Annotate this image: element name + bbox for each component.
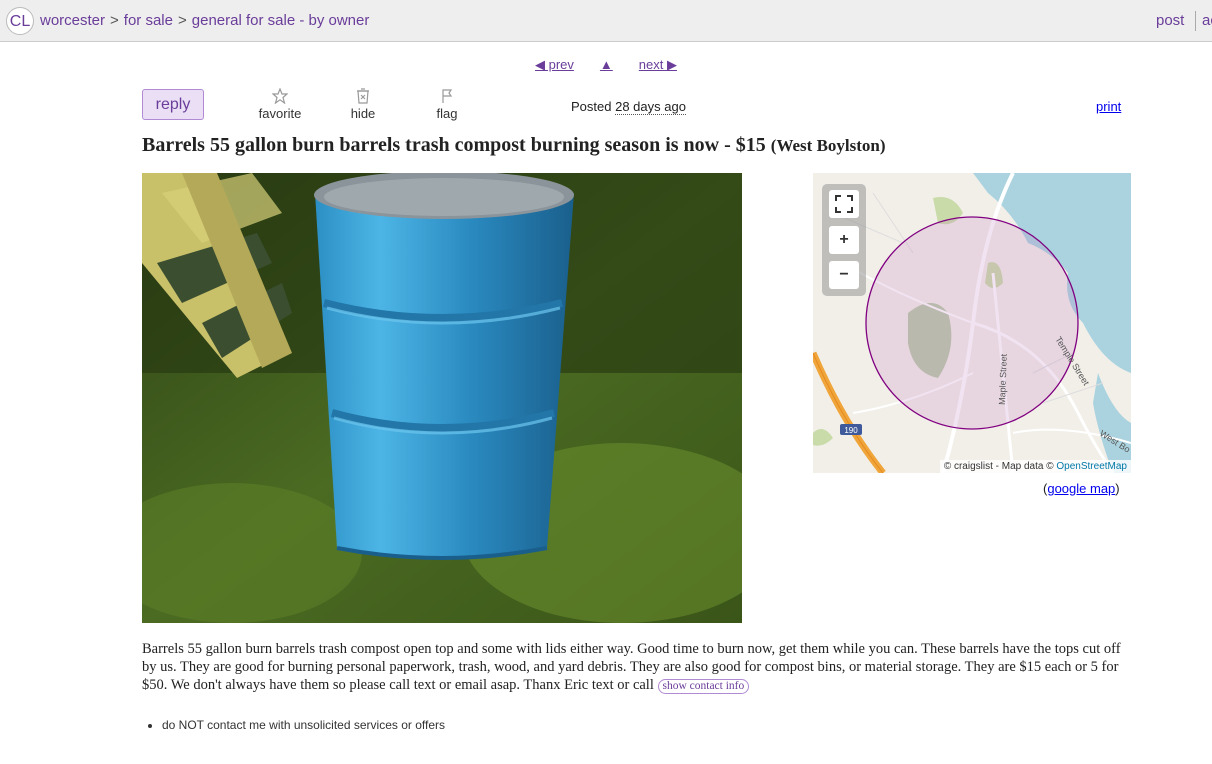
posting-title: Barrels 55 gallon burn barrels trash com…: [142, 134, 886, 157]
next-link[interactable]: next ▶: [639, 57, 677, 72]
header-divider: [1195, 11, 1196, 31]
breadcrumb-category[interactable]: general for sale - by owner: [192, 12, 370, 29]
google-map-link[interactable]: google map: [1047, 481, 1115, 496]
posted-ago: 28 days ago: [615, 99, 686, 115]
location: (West Boylston): [770, 136, 886, 155]
account-link[interactable]: account: [1202, 12, 1212, 29]
map-attribution-text: © craigslist - Map data ©: [943, 461, 1054, 472]
breadcrumb-city[interactable]: worcester: [40, 12, 105, 29]
favorite-label: favorite: [258, 106, 302, 121]
up-link[interactable]: ▲: [600, 57, 613, 72]
header-bar: CL worcester > for sale > general for sale -…: [0, 0, 1212, 42]
favorite-button[interactable]: favorite: [256, 88, 304, 121]
star-icon: [272, 88, 288, 104]
craigslist-logo[interactable]: CL: [6, 7, 34, 35]
hide-icon: [357, 88, 369, 104]
hide-button[interactable]: hide: [347, 88, 379, 121]
posted-prefix: Posted: [571, 99, 612, 114]
posting-body-text: Barrels 55 gallon burn barrels trash com…: [142, 641, 1121, 693]
show-contact-info-button[interactable]: show contact info: [657, 679, 750, 694]
reply-button[interactable]: reply: [142, 89, 204, 120]
breadcrumb: worcester > for sale > general for sale - by…: [40, 12, 369, 29]
breadcrumb-separator: >: [178, 12, 187, 29]
location-map[interactable]: Maple Street Temple Street West Bo 190 +…: [813, 173, 1131, 473]
posting-body: Barrels 55 gallon burn barrels trash com…: [142, 640, 1127, 694]
map-street-label: Maple Street: [997, 353, 1009, 405]
post-link[interactable]: post: [1156, 12, 1184, 29]
notices-list: do NOT contact me with unsolicited servi…: [142, 718, 445, 732]
zoom-out-button[interactable]: −: [829, 261, 859, 289]
posting-title-text: Barrels 55 gallon burn barrels trash com…: [142, 134, 720, 156]
flag-icon: [442, 89, 453, 103]
google-map-container: (google map): [1043, 481, 1120, 496]
price: $15: [735, 134, 766, 156]
zoom-in-button[interactable]: +: [829, 226, 859, 254]
barrel-photo: [142, 173, 742, 623]
map-attribution: © craigslist - Map data © OpenStreetMap: [939, 460, 1131, 473]
fullscreen-button[interactable]: [829, 190, 859, 218]
highway-label: 190: [844, 426, 858, 435]
notice-item: do NOT contact me with unsolicited servi…: [162, 718, 445, 732]
print-link[interactable]: print: [1096, 99, 1121, 114]
map-controls: + −: [822, 184, 866, 296]
breadcrumb-section[interactable]: for sale: [124, 12, 173, 29]
posting-navigation: ◀ prev ▲ next ▶: [0, 57, 1212, 73]
breadcrumb-separator: >: [110, 12, 119, 29]
fullscreen-icon: [835, 195, 853, 213]
hide-label: hide: [350, 106, 376, 121]
prev-link[interactable]: ◀ prev: [535, 57, 574, 72]
osm-link[interactable]: OpenStreetMap: [1056, 461, 1127, 472]
posted-date: Posted 28 days ago: [571, 99, 686, 115]
flag-label: flag: [436, 106, 458, 121]
price-separator: -: [719, 134, 736, 156]
flag-button[interactable]: flag: [434, 88, 460, 121]
listing-photo[interactable]: [142, 173, 742, 623]
